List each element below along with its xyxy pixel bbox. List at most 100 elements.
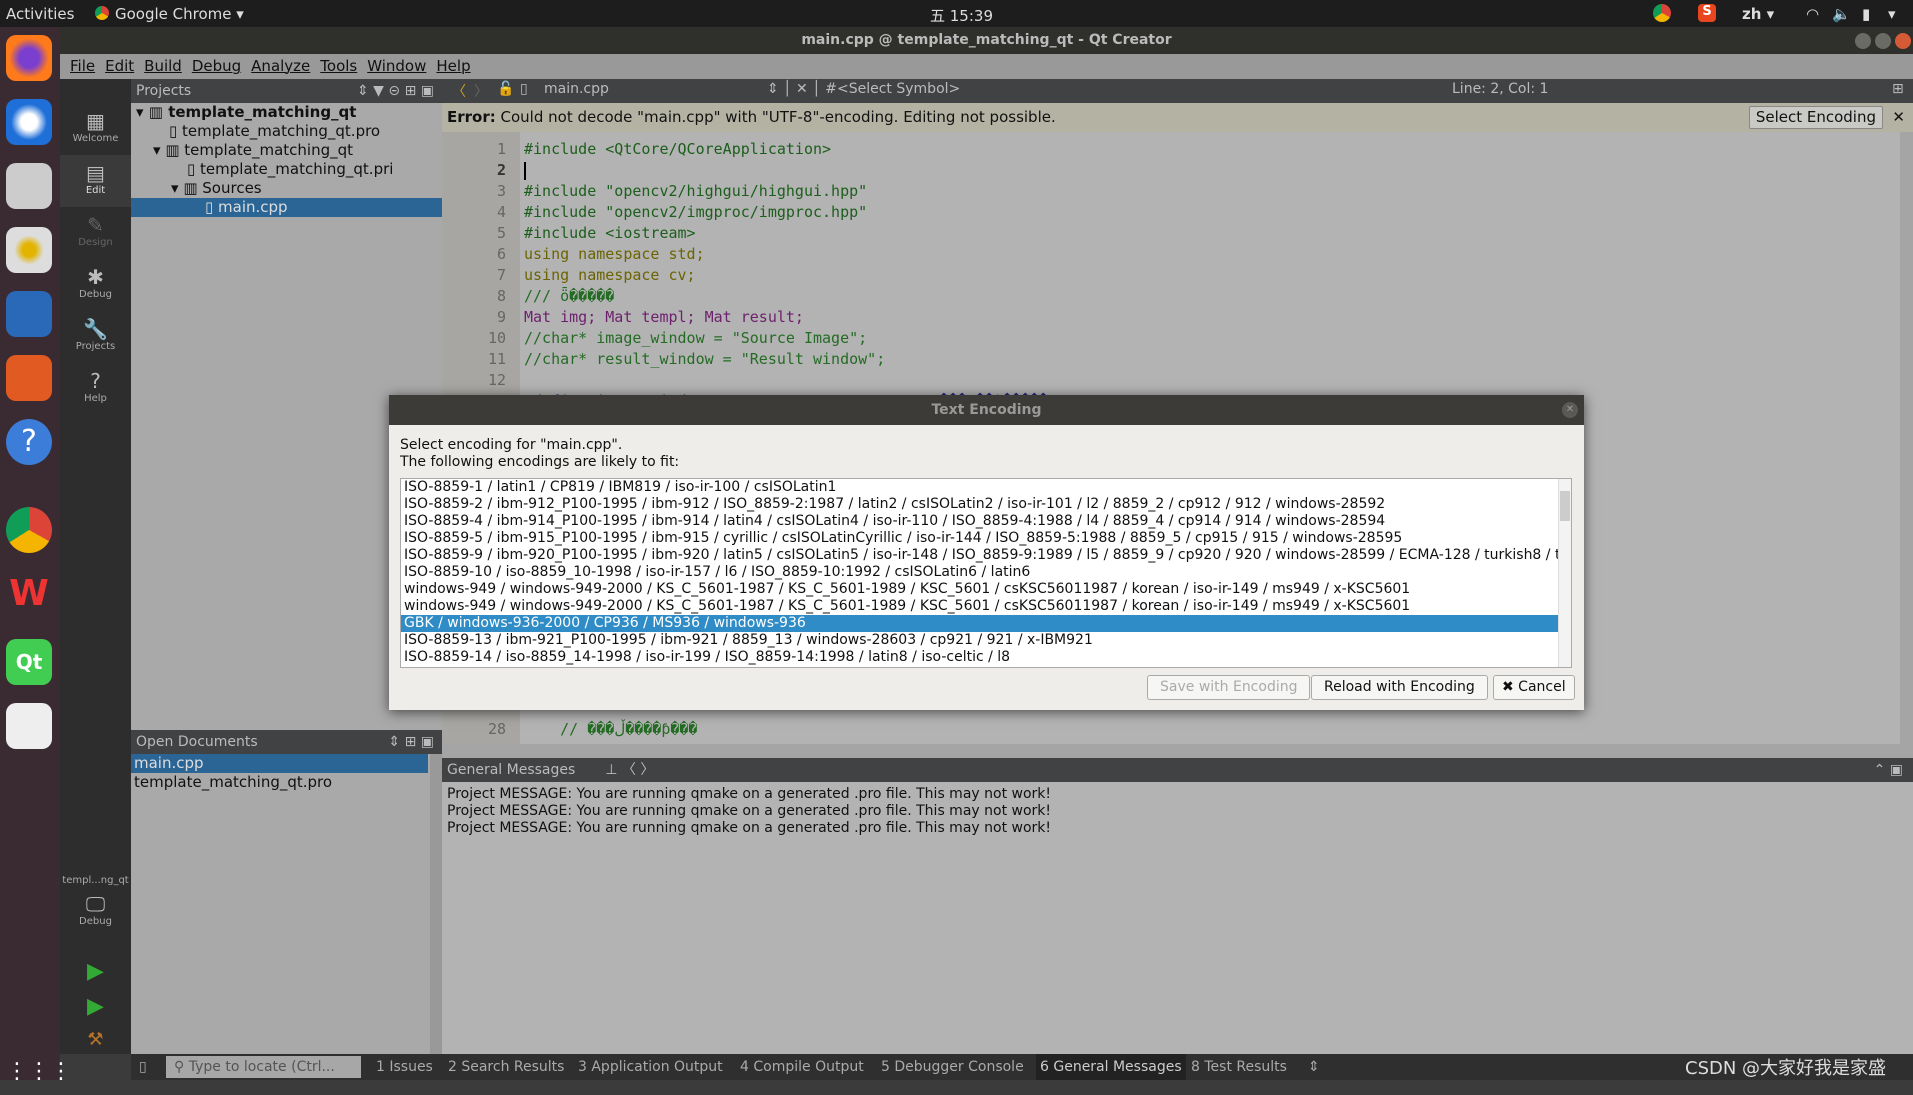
menu-build[interactable]: Build xyxy=(144,57,182,75)
clock[interactable]: 五 15:39 xyxy=(930,5,993,26)
mode-welcome[interactable]: ▦ Welcome xyxy=(60,103,131,155)
dialog-close-icon[interactable]: ✕ xyxy=(1562,402,1578,418)
thunderbird-icon[interactable] xyxy=(6,99,52,145)
tree-item-pro[interactable]: ▯ template_matching_qt.pro xyxy=(131,122,442,141)
forward-icon[interactable]: 〉 xyxy=(474,81,488,101)
sogou-icon[interactable]: S xyxy=(1698,4,1716,22)
activities-button[interactable]: Activities xyxy=(6,5,74,23)
menu-edit[interactable]: Edit xyxy=(105,57,134,75)
line-number: 6 xyxy=(496,245,506,263)
locator-input[interactable]: ⚲ Type to locate (Ctrl... xyxy=(166,1056,361,1078)
menu-file[interactable]: File xyxy=(70,57,95,75)
tab-debugger-console[interactable]: 5 Debugger Console xyxy=(881,1059,1024,1075)
wps-icon[interactable]: W xyxy=(6,573,52,619)
chrome-tray-icon[interactable] xyxy=(1653,4,1671,22)
encoding-option[interactable]: ISO-8859-1 / latin1 / CP819 / IBM819 / i… xyxy=(401,479,1571,496)
show-apps-icon[interactable]: ⋮⋮⋮ xyxy=(6,1049,72,1095)
rhythmbox-icon[interactable] xyxy=(6,227,52,273)
app-menu[interactable]: Google Chrome ▾ xyxy=(115,5,244,23)
encoding-option[interactable]: ISO-8859-14 / iso-8859_14-1998 / iso-ir-… xyxy=(401,649,1571,666)
position-indicator[interactable]: Line: 2, Col: 1 xyxy=(1452,81,1548,97)
tree-item-project[interactable]: ▾ ▥ template_matching_qt xyxy=(131,103,442,122)
mode-debug[interactable]: ✱ Debug xyxy=(60,259,131,311)
chrome-dock-icon[interactable] xyxy=(6,507,52,553)
tree-item-main-cpp[interactable]: ▯ main.cpp xyxy=(131,198,442,217)
back-icon[interactable]: 〈 xyxy=(452,81,466,101)
tree-item-sources[interactable]: ▾ ▥ Sources xyxy=(131,179,442,198)
reload-with-encoding-button[interactable]: Reload with Encoding xyxy=(1311,675,1488,700)
line-number: 8 xyxy=(496,287,506,305)
maximize-button[interactable] xyxy=(1875,33,1891,49)
select-encoding-button[interactable]: Select Encoding xyxy=(1748,106,1883,129)
toggle-sidebar-icon[interactable]: ▯ xyxy=(139,1059,147,1075)
menu-tools[interactable]: Tools xyxy=(320,57,357,75)
editor-horizontal-scrollbar[interactable] xyxy=(442,744,1913,758)
menu-help[interactable]: Help xyxy=(436,57,470,75)
encoding-option[interactable]: windows-949 / windows-949-2000 / KS_C_56… xyxy=(401,598,1571,615)
open-doc-item[interactable]: main.cpp xyxy=(131,754,428,773)
kit-selector[interactable]: templ...ng_qt 🖵 Debug xyxy=(60,873,131,933)
menu-analyze[interactable]: Analyze xyxy=(251,57,310,75)
tree-item-subproject[interactable]: ▾ ▥ template_matching_qt xyxy=(131,141,442,160)
tab-issues[interactable]: 1 Issues xyxy=(376,1059,433,1075)
scrollbar[interactable] xyxy=(430,754,442,1054)
maximize-pane-icon[interactable]: ⌃ ▣ xyxy=(1874,758,1903,782)
mode-edit[interactable]: ▤ Edit xyxy=(60,155,131,207)
hammer-icon: ⚒ xyxy=(87,1029,104,1050)
editor-vertical-scrollbar[interactable] xyxy=(1900,132,1913,744)
tab-search-results[interactable]: 2 Search Results xyxy=(448,1059,564,1075)
debug-run-button[interactable]: ▶ xyxy=(60,994,131,1024)
clear-icon[interactable]: ⊥ 〈 〉 xyxy=(605,762,654,778)
encoding-list[interactable]: ISO-8859-1 / latin1 / CP819 / IBM819 / i… xyxy=(400,478,1572,668)
text-editor-icon[interactable] xyxy=(6,703,52,749)
close-document-icon[interactable]: ⇕ │ ✕ │ # xyxy=(767,81,837,97)
mode-help[interactable]: ? Help xyxy=(60,363,131,415)
encoding-option[interactable]: ISO-8859-5 / ibm-915_P100-1995 / ibm-915… xyxy=(401,530,1571,547)
cancel-button[interactable]: ✖ Cancel xyxy=(1493,675,1575,700)
language-indicator[interactable]: zh ▾ xyxy=(1742,5,1774,23)
filter-icon[interactable]: ⇕ ▼ ⊝ ⊞ ▣ xyxy=(357,79,434,103)
encoding-option[interactable]: ISO-8859-4 / ibm-914_P100-1995 / ibm-914… xyxy=(401,513,1571,530)
build-button[interactable]: ⚒ xyxy=(60,1029,131,1054)
files-icon[interactable] xyxy=(6,163,52,209)
battery-icon[interactable]: ▮ xyxy=(1862,5,1870,23)
more-tabs-icon[interactable]: ⇕ xyxy=(1308,1059,1320,1075)
system-menu-chevron-icon[interactable]: ▾ xyxy=(1888,5,1896,23)
encoding-option[interactable]: ISO-8859-13 / ibm-921_P100-1995 / ibm-92… xyxy=(401,632,1571,649)
firefox-icon[interactable] xyxy=(6,35,52,81)
encoding-option[interactable]: ISO-8859-2 / ibm-912_P100-1995 / ibm-912… xyxy=(401,496,1571,513)
symbol-selector[interactable]: <Select Symbol> xyxy=(837,81,960,97)
tab-compile-output[interactable]: 4 Compile Output xyxy=(740,1059,864,1075)
panel-controls-icon[interactable]: ⇕ ⊞ ▣ xyxy=(388,730,434,754)
encoding-option[interactable]: ISO-8859-10 / iso-8859_10-1998 / iso-ir-… xyxy=(401,564,1571,581)
qtcreator-icon[interactable]: Qt xyxy=(6,639,52,685)
software-center-icon[interactable] xyxy=(6,355,52,401)
encoding-option[interactable]: ISO-8859-9 / ibm-920_P100-1995 / ibm-920… xyxy=(401,547,1571,564)
wifi-icon[interactable]: ◠ xyxy=(1806,5,1819,23)
tab-application-output[interactable]: 3 Application Output xyxy=(578,1059,723,1075)
menu-debug[interactable]: Debug xyxy=(192,57,241,75)
save-with-encoding-button[interactable]: Save with Encoding xyxy=(1147,675,1311,700)
tree-item-pri[interactable]: ▯ template_matching_qt.pri xyxy=(131,160,442,179)
folder-icon: ▥ xyxy=(183,179,198,197)
encoding-option[interactable]: GBK / windows-936-2000 / CP936 / MS936 /… xyxy=(401,615,1571,632)
document-selector[interactable]: main.cpp xyxy=(544,81,609,97)
tab-general-messages[interactable]: 6 General Messages xyxy=(1036,1054,1186,1080)
tab-test-results[interactable]: 8 Test Results xyxy=(1191,1059,1287,1075)
mode-projects[interactable]: 🔧 Projects xyxy=(60,311,131,363)
writer-icon[interactable] xyxy=(6,291,52,337)
projects-header: Projects ⇕ ▼ ⊝ ⊞ ▣ xyxy=(131,79,442,103)
help-app-icon[interactable]: ? xyxy=(6,419,52,465)
volume-icon[interactable]: 🔈 xyxy=(1832,5,1851,23)
minimize-button[interactable] xyxy=(1855,33,1871,49)
run-button[interactable]: ▶ xyxy=(60,959,131,989)
menu-window[interactable]: Window xyxy=(367,57,426,75)
close-icon[interactable]: ✕ xyxy=(1892,103,1905,132)
encoding-option[interactable]: windows-949 / windows-949-2000 / KS_C_56… xyxy=(401,581,1571,598)
chrome-icon xyxy=(95,6,109,20)
mode-design[interactable]: ✎ Design xyxy=(60,207,131,259)
close-window-button[interactable] xyxy=(1895,33,1911,49)
open-doc-item[interactable]: template_matching_qt.pro xyxy=(131,773,442,792)
encoding-list-scrollbar[interactable] xyxy=(1558,479,1571,667)
split-icon[interactable]: ⊞ xyxy=(1892,81,1904,97)
